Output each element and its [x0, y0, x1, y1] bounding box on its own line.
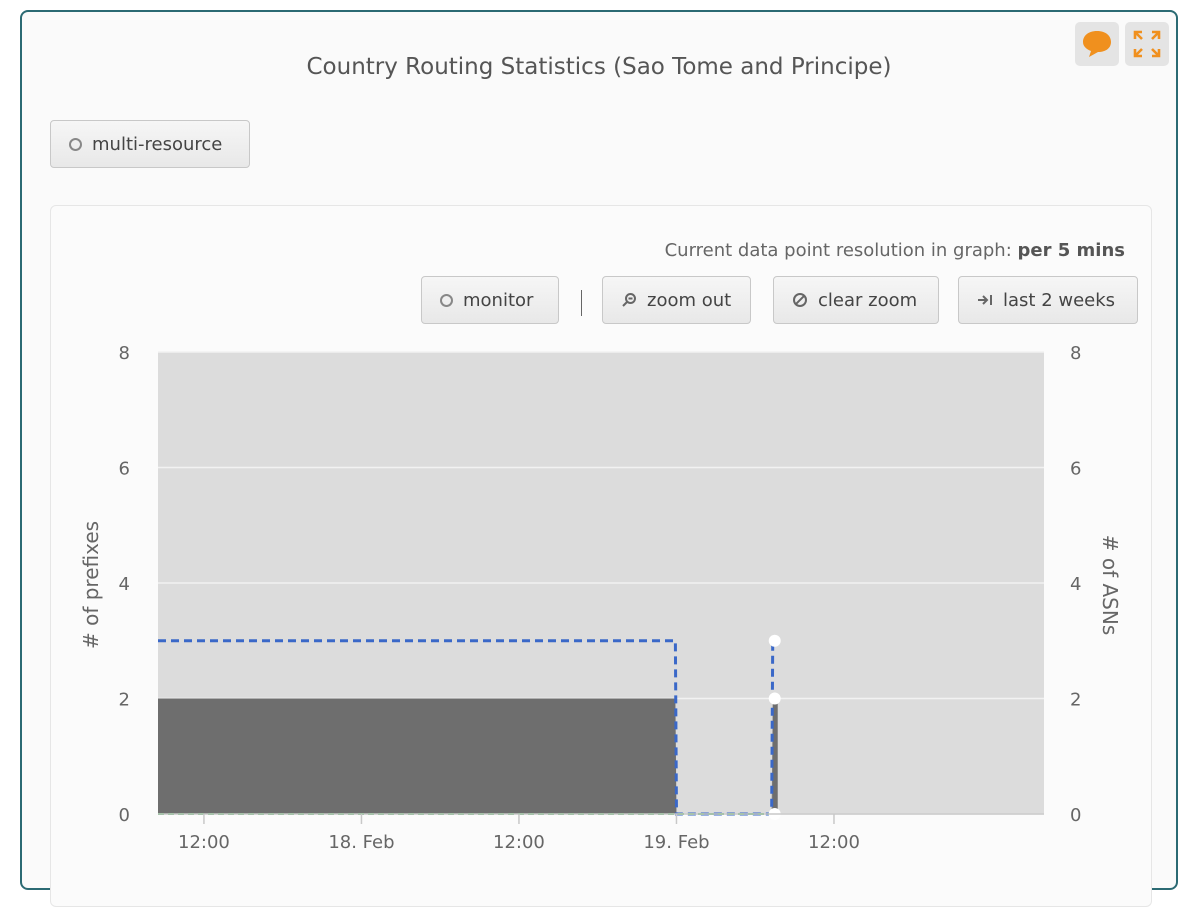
y-tick-label-left: 8	[119, 343, 130, 364]
y-tick-label-right: 2	[1070, 690, 1081, 711]
x-tick-label: 12:00	[808, 832, 860, 853]
x-tick-label: 19. Feb	[643, 832, 709, 853]
y-tick-label-left: 4	[119, 574, 130, 595]
y-tick-label-right: 0	[1070, 805, 1081, 826]
y-tick-label-right: 4	[1070, 574, 1081, 595]
y-tick-label-right: 6	[1070, 459, 1081, 480]
y-tick-label-left: 0	[119, 805, 130, 826]
data-point-marker	[768, 692, 781, 705]
x-tick-label: 12:00	[493, 832, 545, 853]
data-point-marker	[768, 634, 781, 647]
y-tick-label-left: 6	[119, 459, 130, 480]
x-tick-label: 18. Feb	[328, 832, 394, 853]
prefix-spike-bar	[772, 698, 778, 814]
y-axis-label-right: # of ASNs	[1098, 535, 1122, 636]
x-tick-label: 12:00	[178, 832, 230, 853]
routing-chart: 0 02 24 46 68 812:00 18. Feb 12:00 19. Feb 12:00 …	[79, 343, 1122, 853]
y-tick-label-right: 8	[1070, 343, 1081, 364]
y-tick-label-left: 2	[119, 690, 130, 711]
y-axis-label-left: # of prefixes	[79, 521, 103, 649]
